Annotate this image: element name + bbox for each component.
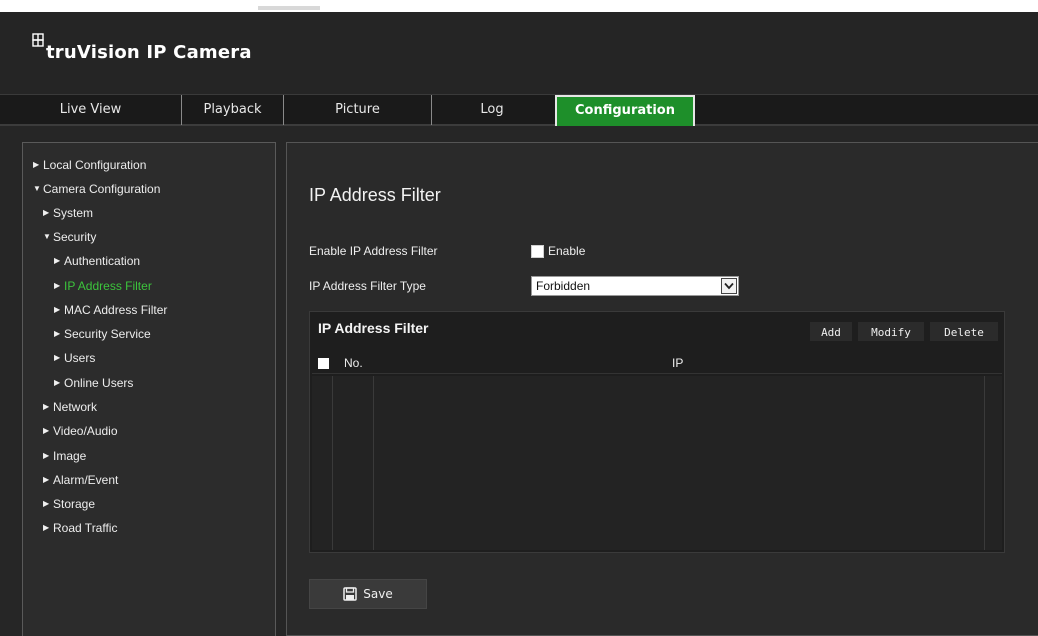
enable-checkbox-label: Enable: [548, 244, 586, 258]
tab-label: Log: [480, 102, 504, 117]
tree-item-authentication[interactable]: ▶ Authentication: [54, 252, 140, 270]
tree-item-image[interactable]: ▶ Image: [43, 447, 86, 465]
config-panel: IP Address Filter Enable IP Address Filt…: [286, 142, 1038, 636]
tree-item-label: Image: [53, 449, 87, 463]
expand-arrow-icon: ▶: [43, 402, 50, 411]
tab-picture[interactable]: Picture: [284, 95, 432, 125]
tree-item-label: Users: [64, 351, 96, 365]
tab-live-view[interactable]: Live View: [0, 95, 182, 125]
delete-button[interactable]: Delete: [930, 322, 998, 341]
tree-item-label: Network: [53, 400, 98, 414]
tree-item-storage[interactable]: ▶ Storage: [43, 495, 95, 513]
main-nav: Live View Playback Picture Log Configura…: [0, 94, 1038, 126]
filter-type-value: Forbidden: [536, 279, 591, 293]
app-window: truVision IP Camera Live View Playback P…: [0, 12, 1038, 636]
expand-arrow-icon: ▶: [54, 256, 61, 265]
expand-arrow-icon: ▶: [54, 329, 61, 338]
filter-type-select[interactable]: Forbidden: [531, 276, 739, 296]
tree-item-video-audio[interactable]: ▶ Video/Audio: [43, 422, 118, 440]
tree-item-online-users[interactable]: ▶ Online Users: [54, 374, 133, 392]
collapse-arrow-icon: ▼: [43, 232, 51, 241]
tree-item-network[interactable]: ▶ Network: [43, 398, 97, 416]
tree-item-label: Security: [53, 230, 97, 244]
header: truVision IP Camera: [0, 12, 1038, 94]
tree-item-road-traffic[interactable]: ▶ Road Traffic: [43, 519, 117, 537]
collapse-arrow-icon: ▼: [33, 184, 41, 193]
tree-item-camera-configuration[interactable]: ▼ Camera Configuration: [33, 180, 160, 198]
tree-item-label: Camera Configuration: [43, 182, 161, 196]
tree-item-ip-address-filter[interactable]: ▶ IP Address Filter: [54, 277, 152, 295]
expand-arrow-icon: ▶: [54, 353, 61, 362]
tree-item-label: MAC Address Filter: [64, 303, 168, 317]
tab-label: Picture: [335, 102, 380, 117]
tree-item-label: Road Traffic: [53, 521, 118, 535]
tab-log[interactable]: Log: [432, 95, 552, 125]
tree-item-alarm-event[interactable]: ▶ Alarm/Event: [43, 471, 118, 489]
enable-filter-label: Enable IP Address Filter: [309, 244, 438, 258]
top-notch: [258, 6, 320, 10]
brand-logo: truVision IP Camera: [32, 33, 252, 63]
tab-label: Playback: [203, 102, 262, 117]
tab-label: Configuration: [575, 103, 675, 118]
tree-item-system[interactable]: ▶ System: [43, 204, 93, 222]
tree-item-label: IP Address Filter: [64, 279, 152, 293]
tree-item-label: System: [53, 206, 94, 220]
tree-item-label: Authentication: [64, 254, 141, 268]
enable-checkbox[interactable]: [531, 245, 544, 258]
tree-item-users[interactable]: ▶ Users: [54, 349, 95, 367]
save-button[interactable]: Save: [309, 579, 427, 609]
tab-playback[interactable]: Playback: [182, 95, 284, 125]
expand-arrow-icon: ▶: [43, 208, 50, 217]
brand-name: truVision IP Camera: [46, 42, 252, 63]
save-label: Save: [363, 587, 393, 601]
modify-button[interactable]: Modify: [858, 322, 924, 341]
tree-item-local-configuration[interactable]: ▶ Local Configuration: [33, 156, 146, 174]
add-button[interactable]: Add: [810, 322, 852, 341]
chevron-down-icon[interactable]: [721, 278, 737, 294]
tree-item-mac-address-filter[interactable]: ▶ MAC Address Filter: [54, 301, 167, 319]
column-divider: [332, 376, 333, 550]
column-divider: [984, 376, 985, 550]
expand-arrow-icon: ▶: [54, 281, 61, 290]
tree-item-label: Local Configuration: [43, 158, 147, 172]
tree-item-label: Online Users: [64, 376, 134, 390]
tree-item-label: Storage: [53, 497, 96, 511]
brand-mark-icon: [32, 33, 44, 47]
expand-arrow-icon: ▶: [43, 451, 50, 460]
filter-type-label: IP Address Filter Type: [309, 279, 426, 293]
table-title: IP Address Filter: [318, 320, 429, 336]
tree-item-security[interactable]: ▼ Security: [43, 228, 96, 246]
expand-arrow-icon: ▶: [33, 160, 40, 169]
column-header-no: No.: [344, 356, 363, 370]
table-header: No. IP: [312, 352, 1002, 374]
expand-arrow-icon: ▶: [43, 523, 50, 532]
select-all-checkbox[interactable]: [318, 358, 329, 369]
tree-item-label: Video/Audio: [53, 424, 118, 438]
column-divider: [373, 376, 374, 550]
page-title: IP Address Filter: [309, 185, 441, 205]
expand-arrow-icon: ▶: [43, 475, 50, 484]
ip-filter-table: IP Address Filter Add Modify Delete No. …: [309, 311, 1005, 553]
config-tree: ▶ Local Configuration ▼ Camera Configurati…: [22, 142, 276, 636]
expand-arrow-icon: ▶: [43, 499, 50, 508]
save-icon: [343, 587, 358, 601]
tab-label: Live View: [59, 102, 122, 117]
table-body: [312, 376, 1002, 550]
expand-arrow-icon: ▶: [43, 426, 50, 435]
column-header-ip: IP: [672, 356, 684, 370]
tree-item-label: Alarm/Event: [53, 473, 119, 487]
tree-item-label: Security Service: [64, 327, 151, 341]
expand-arrow-icon: ▶: [54, 305, 61, 314]
tree-item-security-service[interactable]: ▶ Security Service: [54, 325, 151, 343]
expand-arrow-icon: ▶: [54, 378, 61, 387]
top-strip: [0, 0, 1038, 12]
tab-configuration[interactable]: Configuration: [555, 95, 695, 126]
